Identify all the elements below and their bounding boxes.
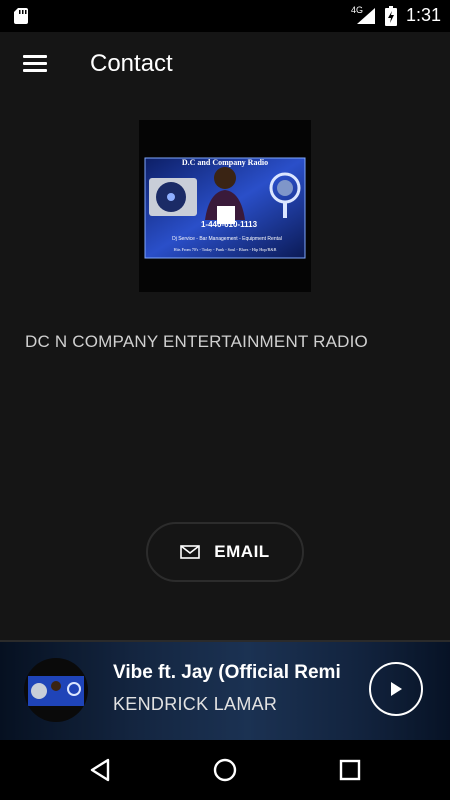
signal-icon: [357, 8, 375, 24]
station-name: DC N COMPANY ENTERTAINMENT RADIO: [25, 332, 368, 351]
email-button-label: EMAIL: [214, 542, 270, 561]
envelope-icon: [180, 545, 201, 559]
navigation-bar: [0, 740, 450, 800]
app-bar: Contact: [0, 32, 450, 100]
logo-tagline: Hits From 70's - Today - Punk - Soul - B…: [174, 247, 277, 252]
sd-card-icon: [14, 8, 28, 24]
album-art: [24, 658, 88, 722]
recents-icon[interactable]: [336, 756, 364, 784]
play-icon: [391, 682, 402, 696]
status-clock: 1:31: [406, 5, 442, 25]
play-button[interactable]: [369, 662, 423, 716]
status-bar: 4G 1:31: [0, 0, 450, 32]
back-icon[interactable]: [86, 756, 114, 784]
mini-player[interactable]: Vibe ft. Jay (Official Remi KENDRICK LAM…: [0, 642, 450, 740]
hamburger-menu-icon[interactable]: [23, 55, 47, 75]
station-logo-image: D.C and Company Radio D.C 1-440-610-1113…: [139, 120, 311, 292]
track-title: Vibe ft. Jay (Official Remi: [113, 662, 341, 683]
logo-services: Dj Service - Bar Management - Equipment …: [172, 236, 282, 242]
battery-icon: [385, 6, 397, 26]
track-artist: KENDRICK LAMAR: [113, 694, 278, 714]
logo-name: D.C: [218, 207, 232, 216]
logo-phone: 1-440-610-1113: [201, 220, 258, 229]
station-logo: D.C and Company Radio D.C 1-440-610-1113…: [139, 120, 311, 292]
email-button[interactable]: EMAIL: [146, 522, 304, 582]
logo-heading: D.C and Company Radio: [182, 158, 268, 167]
page-title: Contact: [90, 50, 173, 77]
home-icon[interactable]: [211, 756, 239, 784]
